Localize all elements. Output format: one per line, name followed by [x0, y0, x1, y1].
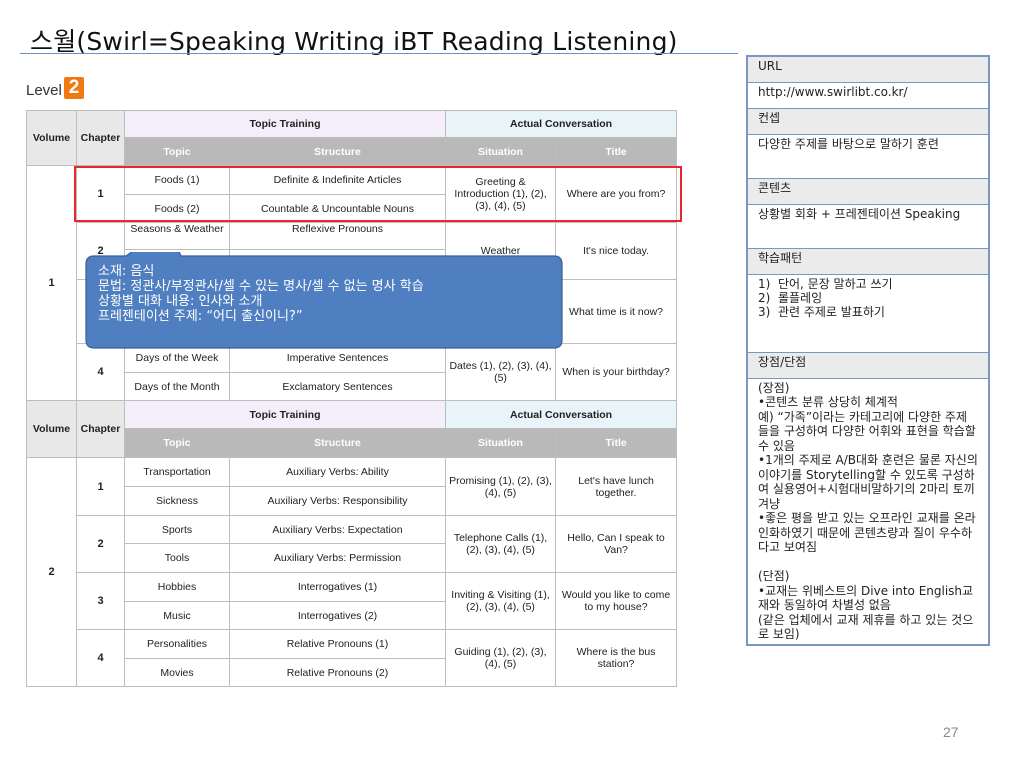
- volume-cell: 2: [26, 457, 77, 687]
- structure-cell: Auxiliary Verbs: Permission: [228, 543, 447, 573]
- level-badge: 2: [64, 77, 84, 99]
- structure-cell: Auxiliary Verbs: Expectation: [228, 515, 447, 544]
- header-topic-training: Topic Training: [123, 400, 447, 429]
- header-chapter: Chapter: [76, 400, 125, 458]
- title-cell: Let's have lunch together.: [555, 457, 678, 516]
- situation-cell: Dates (1), (2), (3), (4), (5): [445, 343, 557, 401]
- topic-cell: Transportation: [124, 457, 230, 487]
- structure-cell: Relative Pronouns (2): [228, 658, 447, 687]
- structure-cell: Exclamatory Sentences: [228, 372, 447, 401]
- info-pattern-value: 1) 단어, 문장 말하고 쓰기 2) 롤플레잉 3) 관련 주제로 발표하기: [746, 273, 990, 353]
- structure-cell: Reflexive Pronouns: [228, 222, 447, 250]
- callout-line-material: 소재: 음식: [98, 264, 155, 279]
- topic-cell: Hobbies: [124, 572, 230, 602]
- title-underline: [20, 53, 738, 54]
- title-cell: Hello, Can I speak to Van?: [555, 515, 678, 573]
- topic-cell: Days of the Month: [124, 372, 230, 401]
- callout-line-grammar: 문법: 정관사/부정관사/셀 수 있는 명사/셀 수 없는 명사 학습: [98, 279, 424, 294]
- situation-cell: Promising (1), (2), (3), (4), (5): [445, 457, 557, 516]
- chapter-cell: 3: [76, 572, 125, 630]
- info-panel: URL http://www.swirlibt.co.kr/ 컨셉 다양한 주제…: [746, 55, 990, 646]
- header-structure: Structure: [228, 428, 447, 458]
- header-situation: Situation: [445, 137, 557, 166]
- callout-text: 소재: 음식 문법: 정관사/부정관사/셀 수 있는 명사/셀 수 없는 명사 …: [98, 264, 558, 324]
- structure-cell: Relative Pronouns (1): [228, 629, 447, 659]
- callout-line-presentation: 프레젠테이션 주제: “어디 출신이니?”: [98, 309, 303, 324]
- header-actual-conversation: Actual Conversation: [445, 110, 678, 138]
- header-title: Title: [555, 137, 678, 166]
- header-topic: Topic: [124, 428, 230, 458]
- info-concept-label: 컨셉: [746, 107, 990, 135]
- situation-cell: Inviting & Visiting (1), (2), (3), (4), …: [445, 572, 557, 630]
- chapter-1-highlight-box: [74, 166, 682, 222]
- title-cell: When is your birthday?: [555, 343, 678, 401]
- chapter-cell: 2: [76, 515, 125, 573]
- structure-cell: Interrogatives (2): [228, 601, 447, 630]
- situation-cell: Telephone Calls (1), (2), (3), (4), (5): [445, 515, 557, 573]
- topic-cell: Tools: [124, 543, 230, 573]
- info-contents-value: 상황별 회화 + 프레젠테이션 Speaking: [746, 203, 990, 249]
- info-url-label: URL: [746, 55, 990, 83]
- topic-cell: Music: [124, 601, 230, 630]
- topic-cell: Personalities: [124, 629, 230, 659]
- topic-cell: Sports: [124, 515, 230, 544]
- volume-cell: 1: [26, 165, 77, 401]
- chapter-cell: 4: [76, 343, 125, 401]
- info-url-value: http://www.swirlibt.co.kr/: [746, 81, 990, 109]
- title-cell: Where is the bus station?: [555, 629, 678, 687]
- topic-cell: Seasons & Weather: [124, 222, 230, 250]
- structure-cell: Interrogatives (1): [228, 572, 447, 602]
- info-contents-label: 콘텐츠: [746, 177, 990, 205]
- header-title: Title: [555, 428, 678, 458]
- page-number: 27: [943, 724, 959, 740]
- chapter-cell: 4: [76, 629, 125, 687]
- topic-cell: Movies: [124, 658, 230, 687]
- title-cell: What time is it now?: [555, 279, 678, 344]
- title-cell: It's nice today.: [555, 222, 678, 280]
- situation-cell: Guiding (1), (2), (3), (4), (5): [445, 629, 557, 687]
- header-topic: Topic: [124, 137, 230, 166]
- info-proscons-label: 장점/단점: [746, 351, 990, 379]
- header-volume: Volume: [26, 110, 77, 166]
- info-concept-value: 다양한 주제를 바탕으로 말하기 훈련: [746, 133, 990, 179]
- header-actual-conversation: Actual Conversation: [445, 400, 678, 429]
- info-proscons-value: (장점) •콘텐츠 분류 상당히 체계적 예) “가족”이라는 카테고리에 다양…: [746, 377, 990, 645]
- header-structure: Structure: [228, 137, 447, 166]
- info-pattern-label: 학습패턴: [746, 247, 990, 275]
- header-chapter: Chapter: [76, 110, 125, 166]
- level-label: Level: [26, 82, 62, 99]
- topic-cell: Sickness: [124, 486, 230, 516]
- header-volume: Volume: [26, 400, 77, 458]
- course-table-volume-2: Volume Chapter Topic Training Actual Con…: [26, 400, 678, 687]
- header-topic-training: Topic Training: [123, 110, 447, 138]
- callout-line-dialogue: 상황별 대화 내용: 인사와 소개: [98, 294, 263, 309]
- title-cell: Would you like to come to my house?: [555, 572, 678, 630]
- structure-cell: Auxiliary Verbs: Responsibility: [228, 486, 447, 516]
- structure-cell: Auxiliary Verbs: Ability: [228, 457, 447, 487]
- header-situation: Situation: [445, 428, 557, 458]
- chapter-cell: 1: [76, 457, 125, 516]
